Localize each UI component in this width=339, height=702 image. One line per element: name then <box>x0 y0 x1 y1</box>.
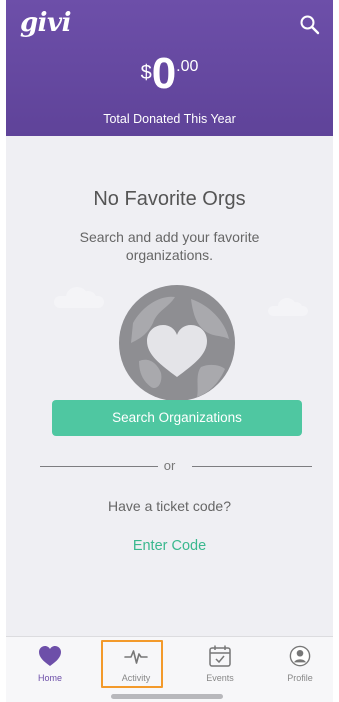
enter-code-link[interactable]: Enter Code <box>6 538 333 554</box>
cloud-decoration <box>54 287 104 308</box>
tab-events[interactable]: Events <box>186 637 254 689</box>
tab-profile[interactable]: Profile <box>266 637 333 689</box>
currency-symbol: $ <box>140 62 152 84</box>
home-indicator <box>111 694 223 699</box>
total-donated-label: Total Donated This Year <box>103 112 236 126</box>
bottom-tab-bar: Home Activity Events Profile <box>6 636 333 702</box>
ticket-code-prompt: Have a ticket code? <box>108 498 231 514</box>
total-donated-amount: $0.00 <box>6 52 333 96</box>
tab-home-label: Home <box>37 673 62 683</box>
divider-right <box>192 466 312 467</box>
globe-heart-illustration <box>117 283 237 403</box>
empty-state-title: No Favorite Orgs <box>93 188 246 210</box>
tab-home[interactable]: Home <box>16 637 84 689</box>
app-screen: givi $0.00 Total Donated This Year No Fa… <box>6 0 333 702</box>
calendar-check-icon <box>209 645 231 667</box>
tab-activity[interactable]: Activity <box>102 637 170 689</box>
empty-state-subtitle: Search and add your favorite organizatio… <box>79 229 260 263</box>
search-icon <box>300 15 320 35</box>
tab-profile-label: Profile <box>287 673 313 683</box>
activity-pulse-icon <box>124 650 148 664</box>
search-organizations-button[interactable]: Search Organizations <box>52 400 302 436</box>
amount-whole: 0 <box>151 49 177 98</box>
tab-activity-label: Activity <box>121 673 151 683</box>
tab-events-label: Events <box>206 673 234 683</box>
cloud-decoration <box>268 298 308 316</box>
user-icon <box>289 645 311 667</box>
heart-icon <box>39 646 61 666</box>
amount-cents: .00 <box>176 58 199 75</box>
app-logo: givi <box>20 8 72 38</box>
search-button[interactable] <box>299 14 321 36</box>
donation-header: givi $0.00 Total Donated This Year <box>6 0 333 136</box>
